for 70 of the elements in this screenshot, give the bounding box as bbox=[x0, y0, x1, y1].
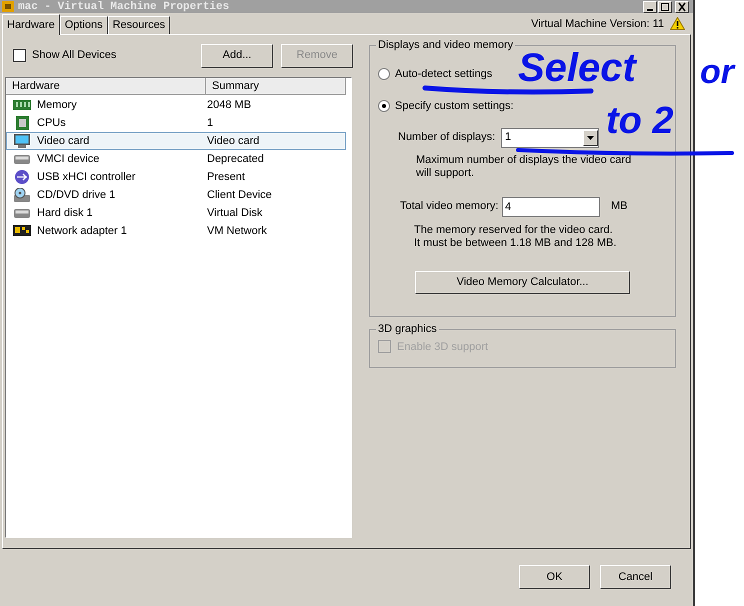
warning-icon bbox=[670, 17, 685, 30]
radio-label: Specify custom settings: bbox=[395, 99, 514, 114]
close-icon bbox=[676, 2, 688, 12]
close-button[interactable] bbox=[675, 0, 689, 12]
device-name: CPUs bbox=[37, 116, 67, 131]
drive-icon bbox=[13, 206, 31, 220]
usb-icon bbox=[13, 170, 31, 184]
handwritten-note: to 2 bbox=[606, 100, 674, 142]
device-summary: Deprecated bbox=[207, 152, 264, 167]
group-title: 3D graphics bbox=[377, 322, 438, 337]
device-summary: Virtual Disk bbox=[207, 206, 262, 221]
tab[interactable]: Resources bbox=[108, 16, 170, 34]
device-summary: Video card bbox=[207, 134, 260, 149]
checkbox-label: Show All Devices bbox=[32, 48, 116, 64]
monitor-icon bbox=[13, 134, 31, 148]
minimize-button[interactable] bbox=[643, 0, 657, 12]
device-button[interactable]: Add... bbox=[201, 44, 273, 68]
handwritten-note: Select bbox=[518, 46, 636, 90]
device-name: Memory bbox=[37, 98, 78, 113]
chip-icon bbox=[13, 116, 31, 130]
device-name: VMCI device bbox=[37, 152, 100, 167]
app-icon bbox=[2, 1, 14, 12]
radio-button[interactable] bbox=[378, 68, 390, 80]
hardware-row[interactable]: Video card Video card bbox=[6, 132, 346, 150]
drive-with-disc-icon bbox=[13, 188, 31, 202]
version-label: Virtual Machine Version: 11 bbox=[531, 16, 664, 32]
device-name: Video card bbox=[37, 134, 90, 149]
drive-icon bbox=[13, 152, 31, 166]
hardware-row[interactable]: VMCI device Deprecated bbox=[6, 150, 346, 168]
hardware-row[interactable]: Network adapter 1 VM Network bbox=[6, 222, 346, 240]
device-summary: 1 bbox=[207, 116, 214, 131]
hardware-row[interactable]: Memory 2048 MB bbox=[6, 96, 346, 114]
unit-label: MB bbox=[611, 199, 628, 214]
handwritten-note: or bbox=[700, 52, 734, 92]
device-name: Hard disk 1 bbox=[37, 206, 94, 221]
dialog-button[interactable]: Cancel bbox=[600, 565, 671, 589]
field-label: Number of displays: bbox=[398, 130, 496, 146]
device-name: USB xHCI controller bbox=[37, 170, 136, 185]
radio-button[interactable] bbox=[378, 100, 390, 112]
video-memory-field[interactable]: 4 bbox=[502, 196, 600, 216]
caret-icon bbox=[587, 136, 594, 140]
device-name: Network adapter 1 bbox=[37, 224, 128, 239]
calculator-button[interactable]: Video Memory Calculator... bbox=[415, 270, 630, 294]
device-summary: VM Network bbox=[207, 224, 267, 239]
tab[interactable]: Options bbox=[60, 16, 108, 34]
hardware-row[interactable]: CD/DVD drive 1 Client Device bbox=[6, 186, 346, 204]
device-summary: 2048 MB bbox=[207, 98, 252, 113]
displays-dropdown[interactable]: 1 bbox=[501, 128, 599, 148]
column-header[interactable]: Hardware bbox=[6, 78, 206, 95]
hardware-row[interactable]: USB xHCI controller Present bbox=[6, 168, 346, 186]
window-title: mac - Virtual Machine Properties bbox=[18, 0, 230, 12]
memory-chip-icon bbox=[13, 98, 31, 112]
minimize-icon bbox=[647, 8, 653, 10]
device-summary: Client Device bbox=[207, 188, 272, 203]
hardware-row[interactable]: Hard disk 1 Virtual Disk bbox=[6, 204, 346, 222]
tab[interactable]: Hardware bbox=[2, 14, 60, 35]
field-label: Total video memory: bbox=[400, 199, 500, 214]
hint-text: The memory reserved for the video card. It must be between 1.18 MB and 128 MB. bbox=[413, 224, 618, 250]
group-title: Displays and video memory bbox=[377, 38, 514, 53]
column-header[interactable]: Summary bbox=[206, 78, 346, 95]
network-card-icon bbox=[13, 224, 31, 238]
maximize-button[interactable] bbox=[658, 0, 672, 12]
device-summary: Present bbox=[207, 170, 245, 185]
checkbox[interactable] bbox=[13, 49, 26, 62]
maximize-icon bbox=[659, 2, 671, 12]
hint-text: Maximum number of displays the video card will support. bbox=[415, 154, 632, 180]
device-name: CD/DVD drive 1 bbox=[37, 188, 116, 203]
dialog-button[interactable]: OK bbox=[519, 565, 590, 589]
radio-label: Auto-detect settings bbox=[395, 66, 492, 82]
hardware-row[interactable]: CPUs 1 bbox=[6, 114, 346, 132]
